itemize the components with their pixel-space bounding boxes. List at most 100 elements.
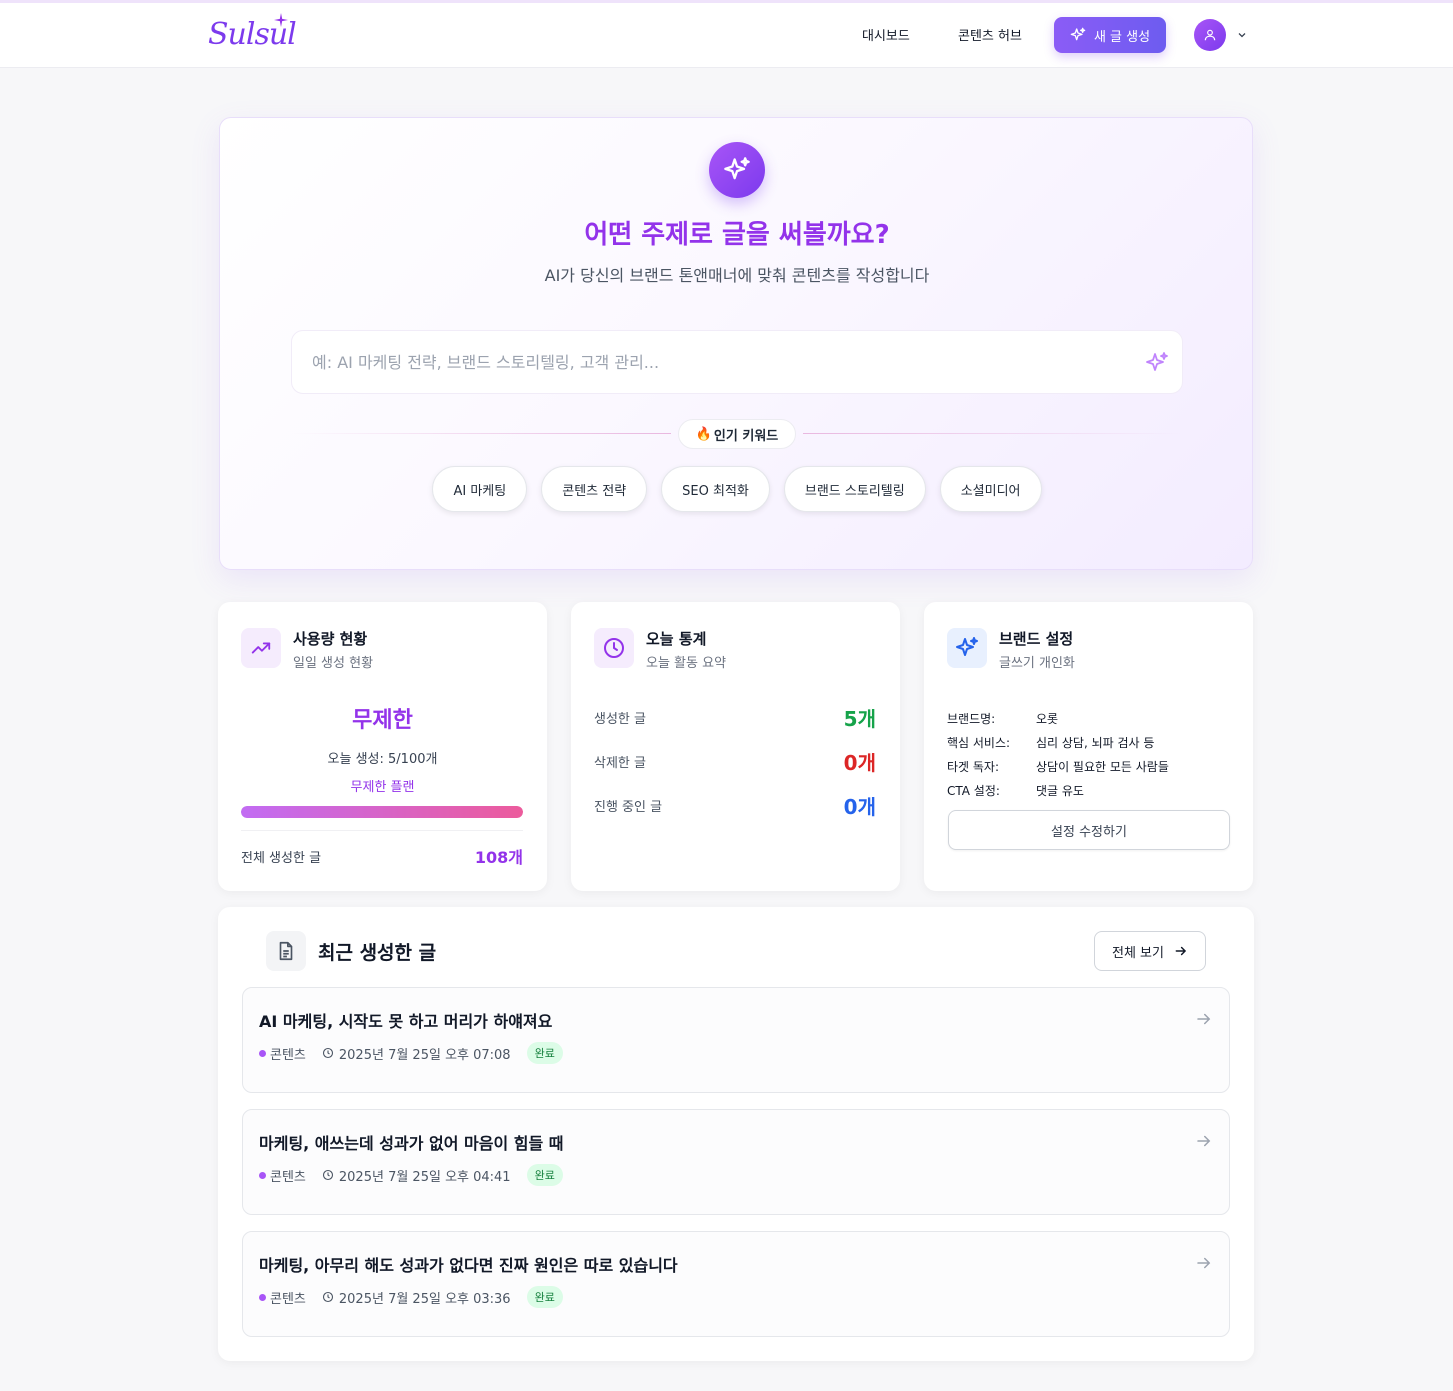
document-icon (266, 931, 306, 971)
clock-icon (322, 1169, 333, 1181)
stat-row: 진행 중인 글 0개 (594, 791, 876, 820)
trending-up-icon (241, 628, 281, 668)
today-stats-subtitle: 오늘 활동 요약 (646, 656, 727, 671)
category-label: 콘텐츠 (270, 1047, 306, 1063)
post-title: 마케팅, 아무리 해도 성과가 없다면 진짜 원인은 따로 있습니다 (259, 1256, 678, 1275)
usage-subtitle: 일일 생성 현황 (293, 656, 374, 671)
nav-dashboard[interactable]: 대시보드 (862, 25, 910, 44)
brand-value: 심리 상담, 뇌파 검사 등 (1036, 736, 1155, 750)
status-badge: 완료 (526, 1164, 563, 1186)
recent-post-item[interactable]: 마케팅, 아무리 해도 성과가 없다면 진짜 원인은 따로 있습니다 콘텐츠 2… (242, 1231, 1230, 1337)
status-badge: 완료 (526, 1286, 563, 1308)
hero-title: 어떤 주제로 글을 써볼까요? (584, 220, 890, 250)
keyword-chip[interactable]: AI 마케팅 (432, 466, 528, 512)
today-stats-title: 오늘 통계 (646, 630, 707, 648)
brand-value: 댓글 유도 (1036, 784, 1084, 798)
recent-posts-section: 최근 생성한 글 전체 보기 AI 마케팅, 시작도 못 하고 머리가 하얘져요… (218, 907, 1254, 1361)
recent-posts-title: 최근 생성한 글 (318, 942, 437, 964)
arrow-right-icon (1175, 946, 1187, 956)
hero-subtitle: AI가 당신의 브랜드 톤앤매너에 맞춰 콘텐츠를 작성합니다 (544, 266, 930, 285)
arrow-right-icon[interactable] (1195, 1132, 1213, 1150)
new-post-label: 새 글 생성 (1093, 29, 1151, 45)
category-dot (259, 1293, 266, 1301)
recent-post-item[interactable]: 마케팅, 애쓰는데 성과가 없어 마음이 힘들 때 콘텐츠 2025년 7월 2… (242, 1109, 1230, 1215)
post-meta: 콘텐츠 2025년 7월 25일 오후 04:41 완료 (259, 1164, 563, 1186)
topic-search-input[interactable] (312, 331, 1132, 393)
keyword-chip[interactable]: 브랜드 스토리텔링 (783, 466, 926, 512)
post-category: 콘텐츠 (259, 1288, 306, 1307)
stat-value: 5개 (843, 707, 876, 731)
post-meta: 콘텐츠 2025년 7월 25일 오후 07:08 완료 (259, 1042, 563, 1064)
today-stats-card: 오늘 통계 오늘 활동 요약 생성한 글 5개 삭제한 글 0개 진행 중인 글… (571, 602, 900, 891)
brand-key: 타겟 독자: (947, 760, 1000, 774)
hero-section: 어떤 주제로 글을 써볼까요? AI가 당신의 브랜드 톤앤매너에 맞춰 콘텐츠… (219, 117, 1253, 570)
user-icon (1204, 29, 1216, 41)
category-dot (259, 1049, 266, 1057)
stat-value: 0개 (843, 751, 876, 775)
divider (241, 830, 523, 831)
date-text: 2025년 7월 25일 오후 07:08 (338, 1047, 511, 1063)
stat-label: 진행 중인 글 (594, 800, 663, 815)
brand-subtitle: 글쓰기 개인화 (999, 656, 1075, 671)
stat-value: 0개 (843, 795, 876, 819)
topic-search-box (291, 330, 1183, 394)
arrow-right-icon[interactable] (1195, 1254, 1213, 1272)
avatar[interactable] (1194, 19, 1226, 51)
category-dot (259, 1171, 266, 1179)
keyword-chip[interactable]: 콘텐츠 전략 (541, 466, 648, 512)
clock-icon (322, 1291, 333, 1303)
divider-right (803, 433, 1183, 434)
category-label: 콘텐츠 (270, 1169, 306, 1185)
date-text: 2025년 7월 25일 오후 03:36 (338, 1291, 511, 1307)
popular-keywords-label: 🔥 인기 키워드 (678, 419, 796, 449)
brand-value: 오롯 (1036, 712, 1059, 726)
keyword-chip[interactable]: SEO 최적화 (661, 466, 770, 512)
usage-progress-bar (241, 806, 523, 818)
sparkle-icon[interactable] (1145, 351, 1169, 375)
stat-label: 삭제한 글 (594, 756, 646, 771)
date-text: 2025년 7월 25일 오후 04:41 (338, 1169, 511, 1185)
stat-row: 생성한 글 5개 (594, 703, 876, 732)
post-category: 콘텐츠 (259, 1044, 306, 1063)
nav-content-hub[interactable]: 콘텐츠 허브 (958, 25, 1022, 44)
edit-settings-button[interactable]: 설정 수정하기 (948, 810, 1230, 850)
divider-left (291, 433, 671, 434)
brand-title: 브랜드 설정 (999, 630, 1074, 648)
recent-post-item[interactable]: AI 마케팅, 시작도 못 하고 머리가 하얘져요 콘텐츠 2025년 7월 2… (242, 987, 1230, 1093)
arrow-right-icon[interactable] (1195, 1010, 1213, 1028)
usage-title: 사용량 현황 (293, 630, 368, 648)
post-category: 콘텐츠 (259, 1166, 306, 1185)
chevron-down-icon[interactable] (1236, 29, 1248, 41)
new-post-button[interactable]: 새 글 생성 (1054, 17, 1166, 53)
hero-sparkle-icon (709, 142, 765, 198)
keyword-chips: AI 마케팅 콘텐츠 전략 SEO 최적화 브랜드 스토리텔링 소셜미디어 (220, 466, 1254, 512)
fire-icon: 🔥 (695, 426, 712, 442)
stat-row: 삭제한 글 0개 (594, 747, 876, 776)
usage-today: 오늘 생성: 5/100개 (327, 752, 438, 767)
post-date: 2025년 7월 25일 오후 03:36 (322, 1288, 511, 1307)
sparkle-icon (947, 628, 987, 668)
sparkle-icon (1070, 27, 1086, 41)
post-title: 마케팅, 애쓰는데 성과가 없어 마음이 힘들 때 (259, 1134, 564, 1153)
logo-sparkle-icon (274, 13, 288, 27)
top-navbar: Sulsul 대시보드 콘텐츠 허브 새 글 생성 (0, 3, 1453, 68)
brand-key: 핵심 서비스: (947, 736, 1011, 750)
view-all-button[interactable]: 전체 보기 (1094, 931, 1206, 971)
total-value: 108개 (474, 848, 523, 867)
usage-status: 무제한 (352, 708, 413, 733)
usage-progress-fill (241, 806, 523, 818)
total-label: 전체 생성한 글 (241, 851, 322, 866)
view-all-label: 전체 보기 (1112, 945, 1164, 961)
usage-plan: 무제한 플랜 (350, 780, 415, 795)
stat-label: 생성한 글 (594, 712, 646, 727)
clock-icon (322, 1047, 333, 1059)
clock-icon (594, 628, 634, 668)
post-date: 2025년 7월 25일 오후 07:08 (322, 1044, 511, 1063)
usage-card: 사용량 현황 일일 생성 현황 무제한 오늘 생성: 5/100개 무제한 플랜… (218, 602, 547, 891)
popular-keywords-text: 인기 키워드 (713, 428, 779, 444)
brand-key: 브랜드명: (947, 712, 996, 726)
brand-settings-card: 브랜드 설정 글쓰기 개인화 브랜드명: 오롯 핵심 서비스: 심리 상담, 뇌… (924, 602, 1253, 891)
brand-value: 상담이 필요한 모든 사람들 (1036, 760, 1169, 774)
post-meta: 콘텐츠 2025년 7월 25일 오후 03:36 완료 (259, 1286, 563, 1308)
keyword-chip[interactable]: 소셜미디어 (939, 466, 1042, 512)
